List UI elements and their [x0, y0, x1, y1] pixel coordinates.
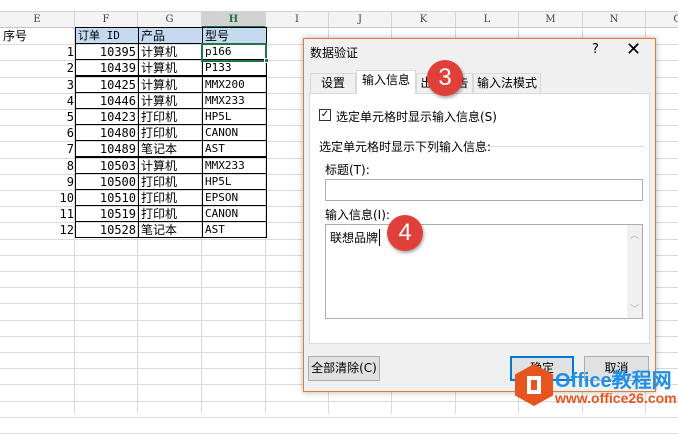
fill-handle[interactable]	[264, 58, 269, 63]
formula-bar-area	[0, 0, 678, 12]
cell-seq[interactable]: 4	[1, 93, 76, 109]
cell-order-id[interactable]: 10519	[75, 205, 139, 222]
message-field-label: 输入信息(I):	[325, 208, 390, 222]
cell-order-id[interactable]: 10489	[75, 140, 139, 157]
help-button[interactable]: ?	[592, 42, 599, 57]
watermark-url: www.office26.com	[555, 390, 677, 406]
cell-order-id[interactable]: 10510	[75, 189, 139, 206]
show-input-checkbox-label[interactable]: 选定单元格时显示输入信息(S)	[336, 108, 497, 125]
cell-product[interactable]: 打印机	[138, 124, 203, 141]
title-field-label: 标题(T):	[325, 163, 370, 177]
title-input[interactable]	[325, 179, 643, 201]
cell-seq[interactable]: 5	[1, 109, 76, 125]
cell-order-id[interactable]: 10446	[75, 92, 139, 109]
data-validation-dialog: 数据验证 ? ✕ 设置 输入信息 出错警告 输入法模式 ✓ 选定单元格时显示输入…	[303, 38, 656, 392]
cell-product[interactable]: 打印机	[138, 108, 203, 125]
section-label: 选定单元格时显示下列输入信息:	[319, 140, 492, 154]
tab-panel: ✓ 选定单元格时显示输入信息(S) 选定单元格时显示下列输入信息: 标题(T):…	[309, 93, 650, 344]
column-header-e[interactable]: E	[0, 12, 75, 28]
cell-seq[interactable]: 2	[1, 60, 76, 76]
cell-order-id[interactable]: 10480	[75, 124, 139, 141]
cell-model[interactable]: CANON	[202, 205, 267, 222]
cell-seq[interactable]: 12	[1, 222, 76, 238]
cell-order-id[interactable]: 10503	[75, 157, 139, 174]
gridline	[0, 417, 678, 418]
cell-product[interactable]: 计算机	[138, 92, 203, 109]
clear-all-button[interactable]: 全部清除(C)	[308, 356, 380, 381]
message-text: 联想品牌	[330, 229, 381, 246]
cell-seq[interactable]: 11	[1, 206, 76, 222]
cell-model[interactable]: AST	[202, 140, 267, 157]
cell-order-id[interactable]: 10439	[75, 59, 139, 76]
cell-product[interactable]: 打印机	[138, 205, 203, 222]
section-divider	[482, 146, 644, 147]
cell-model[interactable]: HP5L	[202, 173, 267, 190]
cell-model[interactable]: HP5L	[202, 108, 267, 125]
tab-settings[interactable]: 设置	[310, 73, 356, 93]
scrollbar[interactable]: ︿ ﹀	[627, 225, 642, 318]
column-header-n[interactable]: N	[583, 12, 646, 28]
close-button[interactable]: ✕	[626, 39, 641, 60]
dialog-title: 数据验证	[310, 46, 359, 60]
cell-product[interactable]: 笔记本	[138, 221, 203, 238]
cell-model[interactable]: MMX233	[202, 157, 267, 174]
cell-seq[interactable]: 8	[1, 158, 76, 174]
message-textarea[interactable]: 联想品牌 ︿ ﹀	[325, 224, 643, 319]
column-header-k[interactable]: K	[392, 12, 456, 28]
header-cell-model[interactable]: 型号	[202, 27, 267, 44]
cell-seq[interactable]: 6	[1, 125, 76, 141]
cell-order-id[interactable]: 10528	[75, 221, 139, 238]
cell-seq[interactable]: 1	[1, 44, 76, 60]
step-3-badge: 3	[427, 60, 463, 96]
cell-model[interactable]: AST	[202, 221, 267, 238]
cell-product[interactable]: 计算机	[138, 157, 203, 174]
cell-model[interactable]: MMX233	[202, 92, 267, 109]
cell-seq[interactable]: 3	[1, 77, 76, 93]
watermark: Office教程网 www.office26.com	[515, 362, 677, 414]
watermark-brand: Office教程网	[555, 370, 672, 392]
cell-order-id[interactable]: 10500	[75, 173, 139, 190]
column-header-h[interactable]: H	[202, 12, 266, 28]
column-header-o[interactable]: O	[646, 12, 678, 28]
step-4-badge: 4	[387, 215, 423, 251]
cell-order-id[interactable]: 10395	[75, 43, 139, 60]
cell-product[interactable]: 笔记本	[138, 140, 203, 157]
column-header-m[interactable]: M	[519, 12, 583, 28]
show-input-checkbox[interactable]: ✓	[319, 109, 331, 121]
scroll-down-icon[interactable]: ﹀	[627, 302, 642, 315]
cell-seq[interactable]: 9	[1, 174, 76, 190]
tab-input-message[interactable]: 输入信息	[356, 70, 416, 94]
cell-seq[interactable]: 10	[1, 190, 76, 206]
column-header-j[interactable]: J	[329, 12, 392, 28]
cell-product[interactable]: 打印机	[138, 189, 203, 206]
cell-product[interactable]: 计算机	[138, 59, 203, 76]
column-header-g[interactable]: G	[138, 12, 202, 28]
cell-order-id[interactable]: 10425	[75, 76, 139, 93]
cell-order-id[interactable]: 10423	[75, 108, 139, 125]
cell-model[interactable]: MMX200	[202, 76, 267, 93]
cell-model[interactable]: EPSON	[202, 189, 267, 206]
office-logo-icon	[515, 364, 553, 406]
cell-model[interactable]: CANON	[202, 124, 267, 141]
cell-product[interactable]: 计算机	[138, 76, 203, 93]
scroll-up-icon[interactable]: ︿	[627, 228, 642, 241]
cell-product[interactable]: 打印机	[138, 173, 203, 190]
column-header-i[interactable]: I	[266, 12, 329, 28]
header-cell-seq[interactable]: 序号	[1, 28, 76, 44]
column-header-f[interactable]: F	[75, 12, 138, 28]
header-cell-order_id[interactable]: 订单 ID	[75, 27, 139, 44]
selected-cell-outline	[201, 43, 267, 62]
tab-ime-mode[interactable]: 输入法模式	[473, 73, 541, 93]
header-cell-product[interactable]: 产品	[138, 27, 203, 44]
cell-product[interactable]: 计算机	[138, 43, 203, 60]
cell-seq[interactable]: 7	[1, 141, 76, 157]
column-header-l[interactable]: L	[456, 12, 519, 28]
